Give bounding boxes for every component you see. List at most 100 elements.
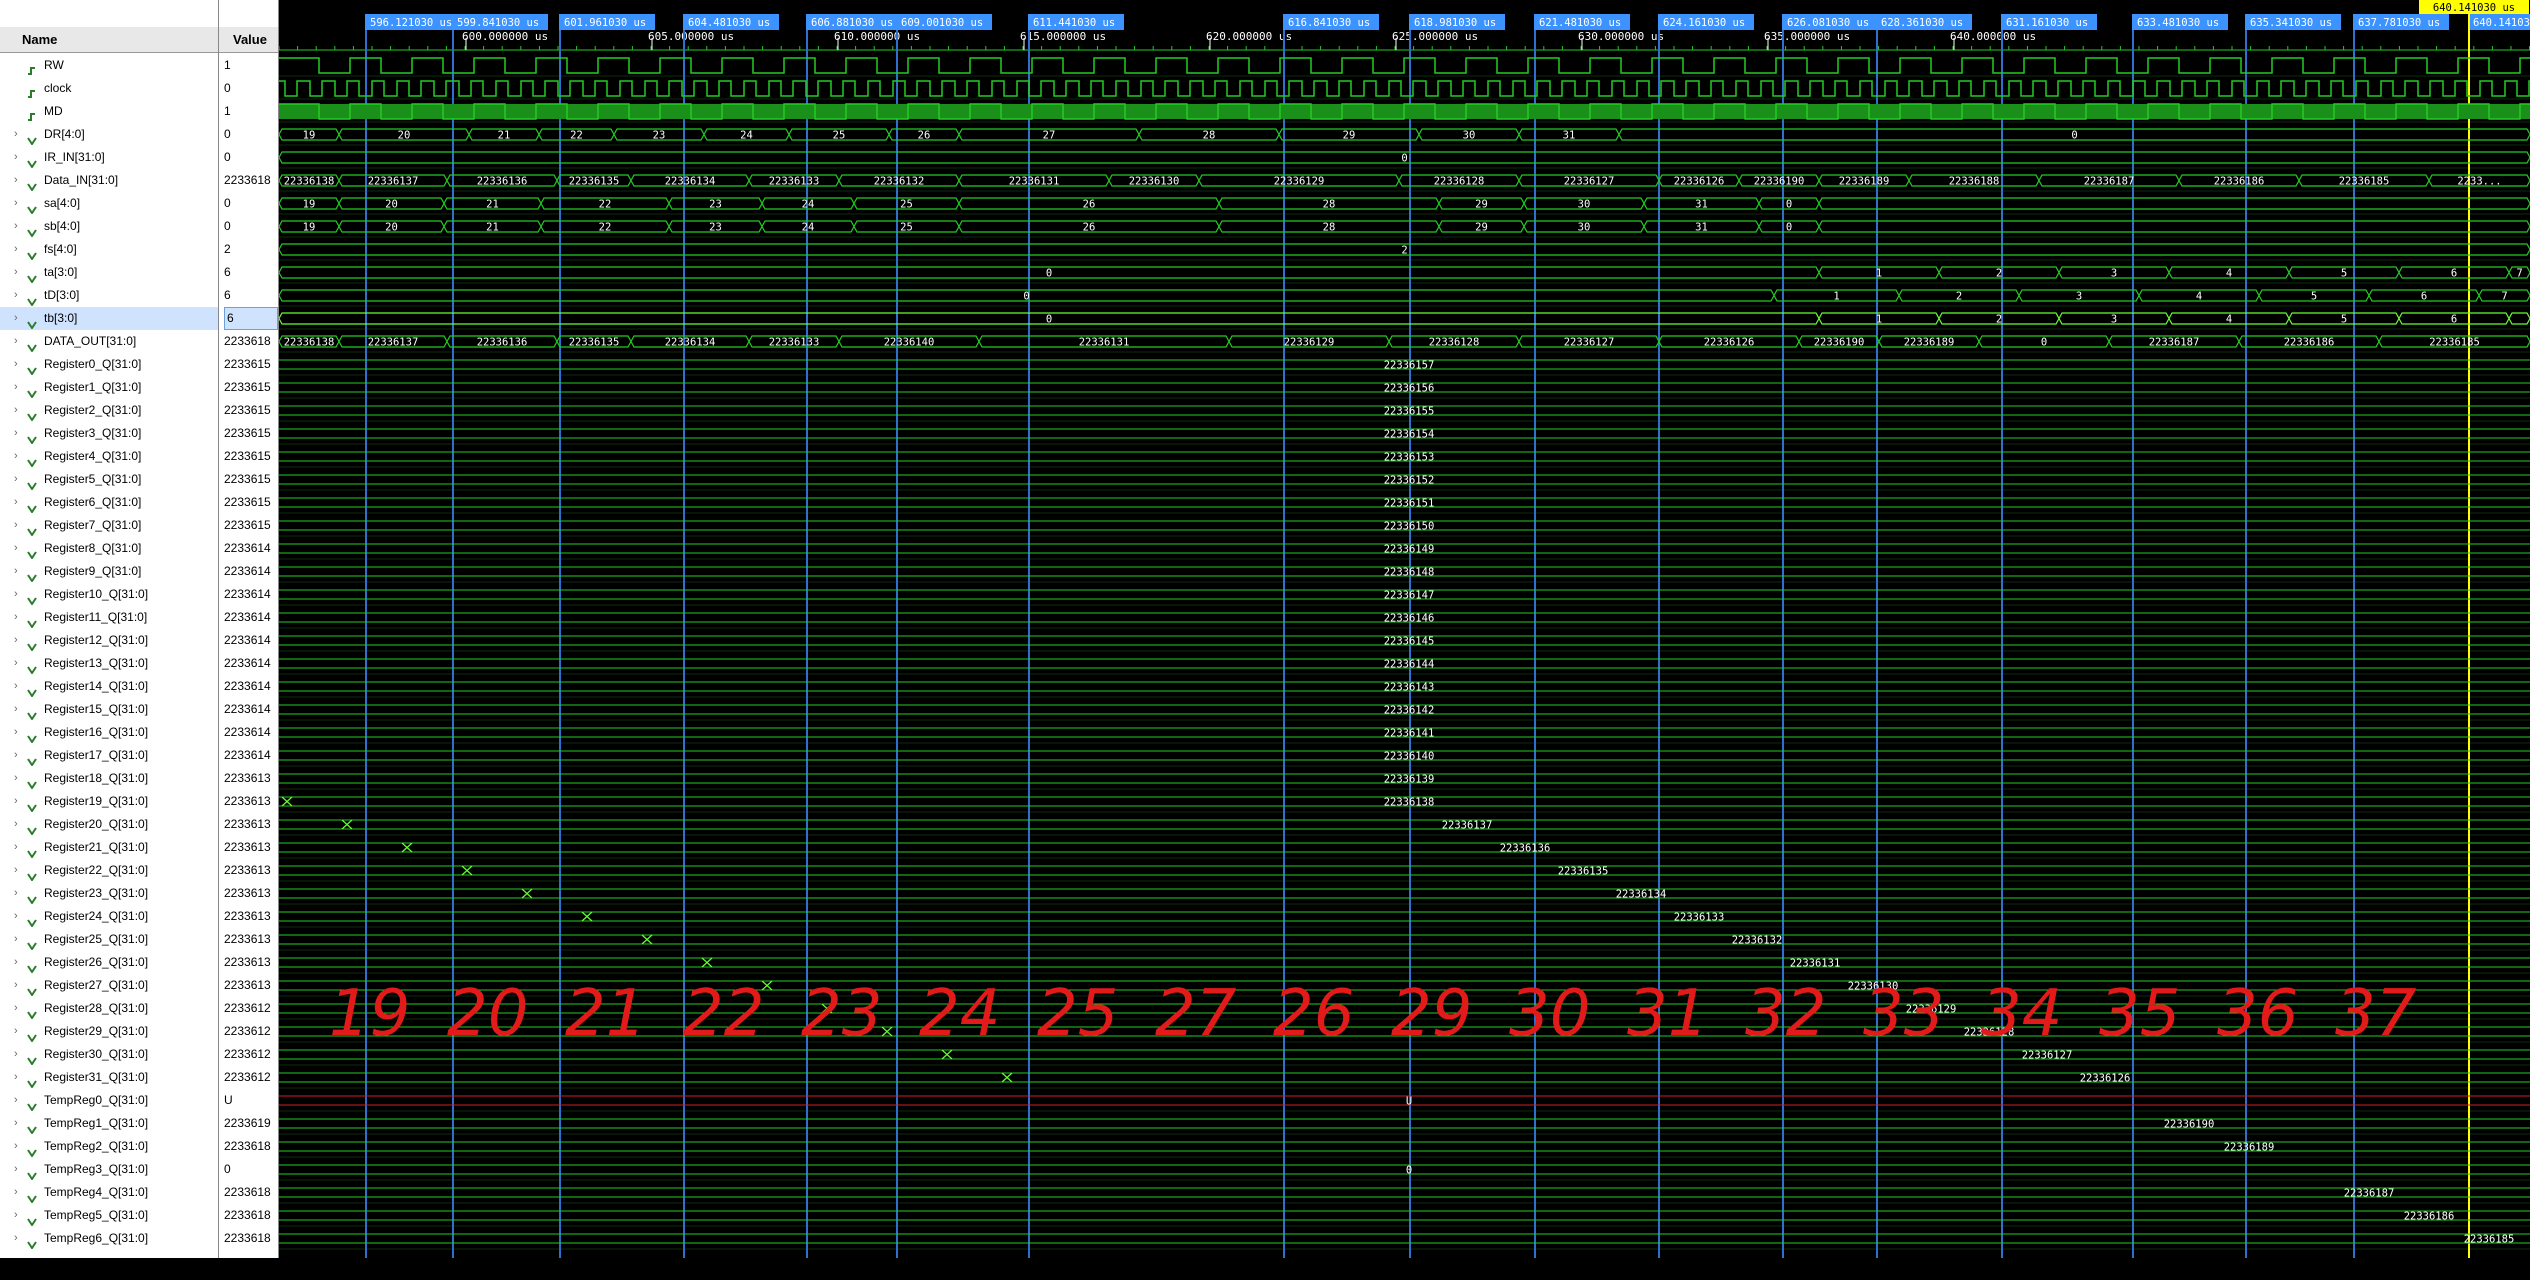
expand-chevron-icon[interactable]: ›: [14, 813, 18, 836]
signal-row-register6-q[interactable]: › Register6_Q[31:0]: [0, 491, 218, 514]
signal-row-tempreg2-q[interactable]: › TempReg2_Q[31:0]: [0, 1135, 218, 1158]
signal-row-tempreg1-q[interactable]: › TempReg1_Q[31:0]: [0, 1112, 218, 1135]
expand-chevron-icon[interactable]: ›: [14, 1066, 18, 1089]
signal-row-register2-q[interactable]: › Register2_Q[31:0]: [0, 399, 218, 422]
signal-row-data-out[interactable]: › DATA_OUT[31:0]: [0, 330, 218, 353]
expand-chevron-icon[interactable]: ›: [14, 1112, 18, 1135]
signal-row-fs[interactable]: › fs[4:0]: [0, 238, 218, 261]
expand-chevron-icon[interactable]: ›: [14, 123, 18, 146]
signal-row-register25-q[interactable]: › Register25_Q[31:0]: [0, 928, 218, 951]
expand-chevron-icon[interactable]: ›: [14, 836, 18, 859]
expand-chevron-icon[interactable]: ›: [14, 698, 18, 721]
signal-row-tb[interactable]: › tb[3:0]: [0, 307, 218, 330]
signal-row-register29-q[interactable]: › Register29_Q[31:0]: [0, 1020, 218, 1043]
expand-chevron-icon[interactable]: ›: [14, 422, 18, 445]
signal-row-register27-q[interactable]: › Register27_Q[31:0]: [0, 974, 218, 997]
expand-chevron-icon[interactable]: ›: [14, 721, 18, 744]
signal-row-register5-q[interactable]: › Register5_Q[31:0]: [0, 468, 218, 491]
signal-row-register20-q[interactable]: › Register20_Q[31:0]: [0, 813, 218, 836]
bottom-scrollbar-area[interactable]: [0, 1258, 2530, 1280]
expand-chevron-icon[interactable]: ›: [14, 537, 18, 560]
expand-chevron-icon[interactable]: ›: [14, 307, 18, 330]
signal-row-register1-q[interactable]: › Register1_Q[31:0]: [0, 376, 218, 399]
signal-row-register9-q[interactable]: › Register9_Q[31:0]: [0, 560, 218, 583]
signal-row-tempreg6-q[interactable]: › TempReg6_Q[31:0]: [0, 1227, 218, 1250]
expand-chevron-icon[interactable]: ›: [14, 629, 18, 652]
signal-row-dr[interactable]: › DR[4:0]: [0, 123, 218, 146]
expand-chevron-icon[interactable]: ›: [14, 1043, 18, 1066]
signal-row-td[interactable]: › tD[3:0]: [0, 284, 218, 307]
name-column-header[interactable]: Name: [0, 27, 218, 53]
signal-row-register21-q[interactable]: › Register21_Q[31:0]: [0, 836, 218, 859]
expand-chevron-icon[interactable]: ›: [14, 353, 18, 376]
expand-chevron-icon[interactable]: ›: [14, 905, 18, 928]
signal-row-register11-q[interactable]: › Register11_Q[31:0]: [0, 606, 218, 629]
signal-row-sb[interactable]: › sb[4:0]: [0, 215, 218, 238]
expand-chevron-icon[interactable]: ›: [14, 192, 18, 215]
expand-chevron-icon[interactable]: ›: [14, 1204, 18, 1227]
expand-chevron-icon[interactable]: ›: [14, 261, 18, 284]
signal-row-register17-q[interactable]: › Register17_Q[31:0]: [0, 744, 218, 767]
signal-row-register16-q[interactable]: › Register16_Q[31:0]: [0, 721, 218, 744]
expand-chevron-icon[interactable]: ›: [14, 1181, 18, 1204]
expand-chevron-icon[interactable]: ›: [14, 514, 18, 537]
expand-chevron-icon[interactable]: ›: [14, 1227, 18, 1250]
signal-row-tempreg0-q[interactable]: › TempReg0_Q[31:0]: [0, 1089, 218, 1112]
signal-row-register7-q[interactable]: › Register7_Q[31:0]: [0, 514, 218, 537]
expand-chevron-icon[interactable]: ›: [14, 606, 18, 629]
expand-chevron-icon[interactable]: ›: [14, 1020, 18, 1043]
signal-row-register4-q[interactable]: › Register4_Q[31:0]: [0, 445, 218, 468]
expand-chevron-icon[interactable]: ›: [14, 376, 18, 399]
signal-row-md[interactable]: MD: [0, 100, 218, 123]
expand-chevron-icon[interactable]: ›: [14, 974, 18, 997]
expand-chevron-icon[interactable]: ›: [14, 491, 18, 514]
signal-row-ta[interactable]: › ta[3:0]: [0, 261, 218, 284]
signal-row-register31-q[interactable]: › Register31_Q[31:0]: [0, 1066, 218, 1089]
expand-chevron-icon[interactable]: ›: [14, 330, 18, 353]
signal-row-data-in[interactable]: › Data_IN[31:0]: [0, 169, 218, 192]
expand-chevron-icon[interactable]: ›: [14, 1135, 18, 1158]
signal-row-sa[interactable]: › sa[4:0]: [0, 192, 218, 215]
signal-row-register14-q[interactable]: › Register14_Q[31:0]: [0, 675, 218, 698]
signal-row-register24-q[interactable]: › Register24_Q[31:0]: [0, 905, 218, 928]
expand-chevron-icon[interactable]: ›: [14, 928, 18, 951]
expand-chevron-icon[interactable]: ›: [14, 675, 18, 698]
expand-chevron-icon[interactable]: ›: [14, 859, 18, 882]
signal-row-register12-q[interactable]: › Register12_Q[31:0]: [0, 629, 218, 652]
expand-chevron-icon[interactable]: ›: [14, 1089, 18, 1112]
signal-row-register18-q[interactable]: › Register18_Q[31:0]: [0, 767, 218, 790]
waveform-viewer[interactable]: 600.000000 us 605.000000 us 610.000000 us 6…: [279, 0, 2530, 1260]
signal-row-register19-q[interactable]: › Register19_Q[31:0]: [0, 790, 218, 813]
signal-row-register0-q[interactable]: › Register0_Q[31:0]: [0, 353, 218, 376]
signal-row-register28-q[interactable]: › Register28_Q[31:0]: [0, 997, 218, 1020]
expand-chevron-icon[interactable]: ›: [14, 652, 18, 675]
expand-chevron-icon[interactable]: ›: [14, 744, 18, 767]
signal-row-tempreg3-q[interactable]: › TempReg3_Q[31:0]: [0, 1158, 218, 1181]
signal-row-ir-in[interactable]: › IR_IN[31:0]: [0, 146, 218, 169]
signal-row-clock[interactable]: clock: [0, 77, 218, 100]
signal-row-tempreg4-q[interactable]: › TempReg4_Q[31:0]: [0, 1181, 218, 1204]
signal-row-rw[interactable]: RW: [0, 54, 218, 77]
expand-chevron-icon[interactable]: ›: [14, 284, 18, 307]
signal-row-register8-q[interactable]: › Register8_Q[31:0]: [0, 537, 218, 560]
value-column-header[interactable]: Value: [219, 27, 278, 53]
expand-chevron-icon[interactable]: ›: [14, 445, 18, 468]
expand-chevron-icon[interactable]: ›: [14, 997, 18, 1020]
expand-chevron-icon[interactable]: ›: [14, 951, 18, 974]
signal-row-register23-q[interactable]: › Register23_Q[31:0]: [0, 882, 218, 905]
expand-chevron-icon[interactable]: ›: [14, 767, 18, 790]
expand-chevron-icon[interactable]: ›: [14, 790, 18, 813]
signal-row-register26-q[interactable]: › Register26_Q[31:0]: [0, 951, 218, 974]
expand-chevron-icon[interactable]: ›: [14, 238, 18, 261]
signal-row-register15-q[interactable]: › Register15_Q[31:0]: [0, 698, 218, 721]
signal-row-register10-q[interactable]: › Register10_Q[31:0]: [0, 583, 218, 606]
signal-row-register22-q[interactable]: › Register22_Q[31:0]: [0, 859, 218, 882]
expand-chevron-icon[interactable]: ›: [14, 146, 18, 169]
signal-row-register30-q[interactable]: › Register30_Q[31:0]: [0, 1043, 218, 1066]
signal-row-register13-q[interactable]: › Register13_Q[31:0]: [0, 652, 218, 675]
signal-row-register3-q[interactable]: › Register3_Q[31:0]: [0, 422, 218, 445]
expand-chevron-icon[interactable]: ›: [14, 560, 18, 583]
expand-chevron-icon[interactable]: ›: [14, 468, 18, 491]
expand-chevron-icon[interactable]: ›: [14, 215, 18, 238]
expand-chevron-icon[interactable]: ›: [14, 583, 18, 606]
